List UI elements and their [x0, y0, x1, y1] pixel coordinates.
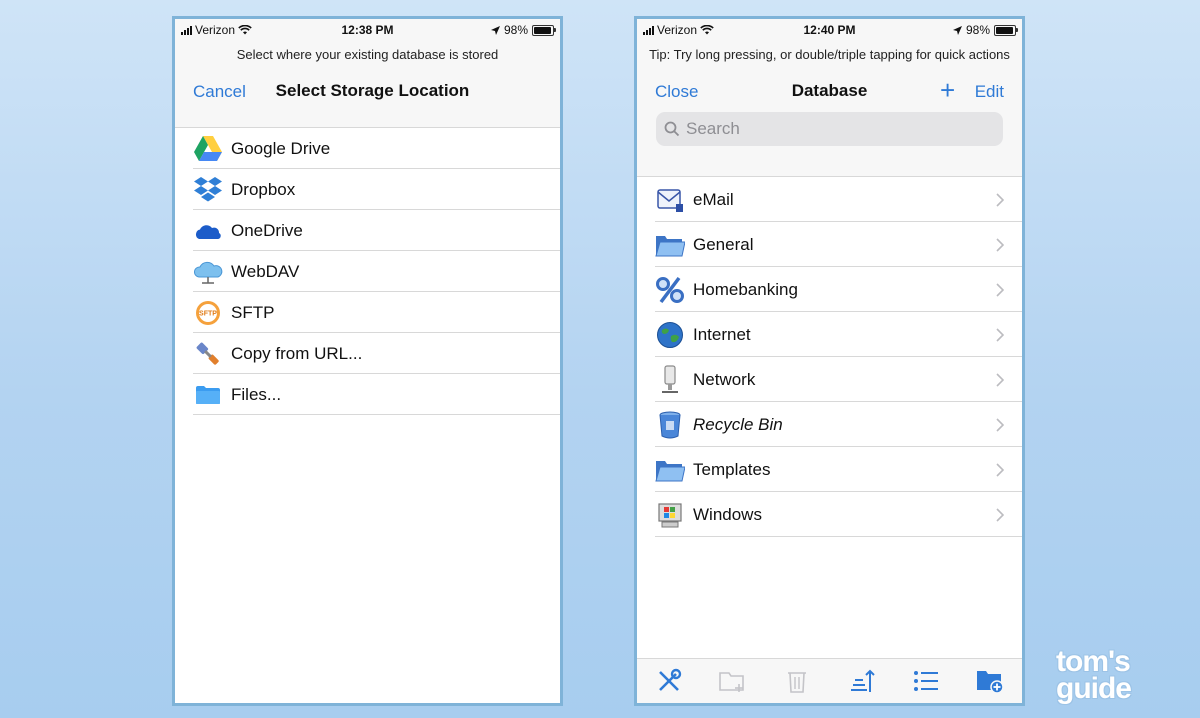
svg-text:SFTP: SFTP: [199, 310, 217, 317]
webdav-cloud-icon: [193, 257, 223, 287]
group-row-email[interactable]: eMail: [637, 177, 1022, 222]
group-row-network[interactable]: Network: [637, 357, 1022, 402]
dropbox-icon: [193, 175, 223, 205]
chevron-right-icon: [996, 282, 1004, 297]
folder-icon: [655, 230, 685, 260]
chevron-right-icon: [996, 507, 1004, 522]
group-label: General: [693, 234, 754, 254]
sort-icon[interactable]: [847, 666, 877, 696]
battery-icon: [994, 24, 1018, 36]
group-label: Homebanking: [693, 279, 798, 299]
storage-location-screen: Verizon 12:38 PM 98% Select where your e…: [172, 16, 563, 706]
group-row-internet[interactable]: Internet: [637, 312, 1022, 357]
storage-options-list: Google Drive Dropbox OneDrive WebDAV SFT…: [175, 128, 560, 415]
group-label: eMail: [693, 189, 734, 209]
group-row-recycle-bin[interactable]: Recycle Bin: [637, 402, 1022, 447]
group-row-homebanking[interactable]: Homebanking: [637, 267, 1022, 312]
chevron-right-icon: [996, 237, 1004, 252]
storage-option-onedrive[interactable]: OneDrive: [175, 210, 560, 251]
trash-can-icon: [655, 410, 685, 440]
toms-guide-watermark: tom's guide: [1056, 645, 1176, 705]
storage-option-label: Google Drive: [231, 138, 331, 158]
new-entry-folder-icon: [718, 666, 748, 696]
storage-option-sftp[interactable]: SFTP SFTP: [175, 292, 560, 333]
group-row-general[interactable]: General: [637, 222, 1022, 267]
storage-option-label: OneDrive: [231, 220, 303, 240]
storage-option-label: SFTP: [231, 302, 275, 322]
new-folder-icon[interactable]: [975, 666, 1005, 696]
group-label: Recycle Bin: [693, 414, 783, 434]
onedrive-icon: [193, 216, 223, 246]
group-label: Windows: [693, 504, 762, 524]
status-bar: Verizon 12:38 PM 98%: [175, 19, 560, 41]
location-arrow-icon: [490, 25, 500, 35]
trash-icon: [782, 666, 812, 696]
battery-percent: 98%: [965, 23, 990, 37]
storage-option-dropbox[interactable]: Dropbox: [175, 169, 560, 210]
network-plug-icon: [655, 364, 685, 395]
search-field[interactable]: Search: [656, 112, 1003, 146]
storage-option-copy-from-url[interactable]: Copy from URL...: [175, 333, 560, 374]
windows-computer-icon: [655, 500, 685, 530]
database-screen: Verizon 12:40 PM 98% Tip: Try long press…: [634, 16, 1025, 706]
storage-option-label: Files...: [231, 384, 282, 404]
google-drive-icon: [193, 134, 223, 164]
status-bar: Verizon 12:40 PM 98%: [637, 19, 1022, 41]
location-arrow-icon: [952, 25, 962, 35]
search-placeholder: Search: [686, 119, 740, 138]
bottom-toolbar: [637, 658, 1022, 703]
chevron-right-icon: [996, 192, 1004, 207]
tip-text: Tip: Try long pressing, or double/triple…: [649, 47, 1010, 62]
watermark-line-2: guide: [1056, 672, 1132, 705]
email-envelope-icon: [655, 185, 685, 215]
folder-icon: [655, 455, 685, 485]
storage-option-files[interactable]: Files...: [175, 374, 560, 415]
page-title: Select Storage Location: [275, 81, 470, 100]
battery-icon: [532, 24, 556, 36]
group-row-windows[interactable]: Windows: [637, 492, 1022, 537]
plug-icon: [193, 339, 223, 369]
folder-icon: [193, 380, 223, 410]
storage-option-label: WebDAV: [231, 261, 300, 281]
chevron-right-icon: [996, 462, 1004, 477]
chevron-right-icon: [996, 372, 1004, 387]
storage-option-webdav[interactable]: WebDAV: [175, 251, 560, 292]
add-button[interactable]: +: [940, 77, 955, 103]
storage-option-google-drive[interactable]: Google Drive: [175, 128, 560, 169]
chevron-right-icon: [996, 327, 1004, 342]
group-label: Network: [693, 369, 756, 389]
chevron-right-icon: [996, 417, 1004, 432]
storage-option-label: Copy from URL...: [231, 343, 363, 363]
group-label: Templates: [693, 459, 771, 479]
edit-button[interactable]: Edit: [975, 82, 1004, 102]
search-icon: [664, 121, 680, 137]
group-list: eMail General Homebanking Internet Netwo…: [637, 177, 1022, 537]
page-title: Database: [791, 81, 868, 100]
globe-icon: [655, 320, 685, 350]
group-row-templates[interactable]: Templates: [637, 447, 1022, 492]
wrench-screwdriver-icon[interactable]: [654, 666, 684, 696]
sftp-icon: SFTP: [193, 298, 223, 328]
group-label: Internet: [693, 324, 751, 344]
storage-hint: Select where your existing database is s…: [236, 47, 499, 62]
percent-icon: [655, 275, 685, 305]
list-icon[interactable]: [911, 666, 941, 696]
storage-option-label: Dropbox: [231, 179, 296, 199]
battery-percent: 98%: [503, 23, 528, 37]
watermark-line-1: tom's: [1056, 645, 1131, 678]
